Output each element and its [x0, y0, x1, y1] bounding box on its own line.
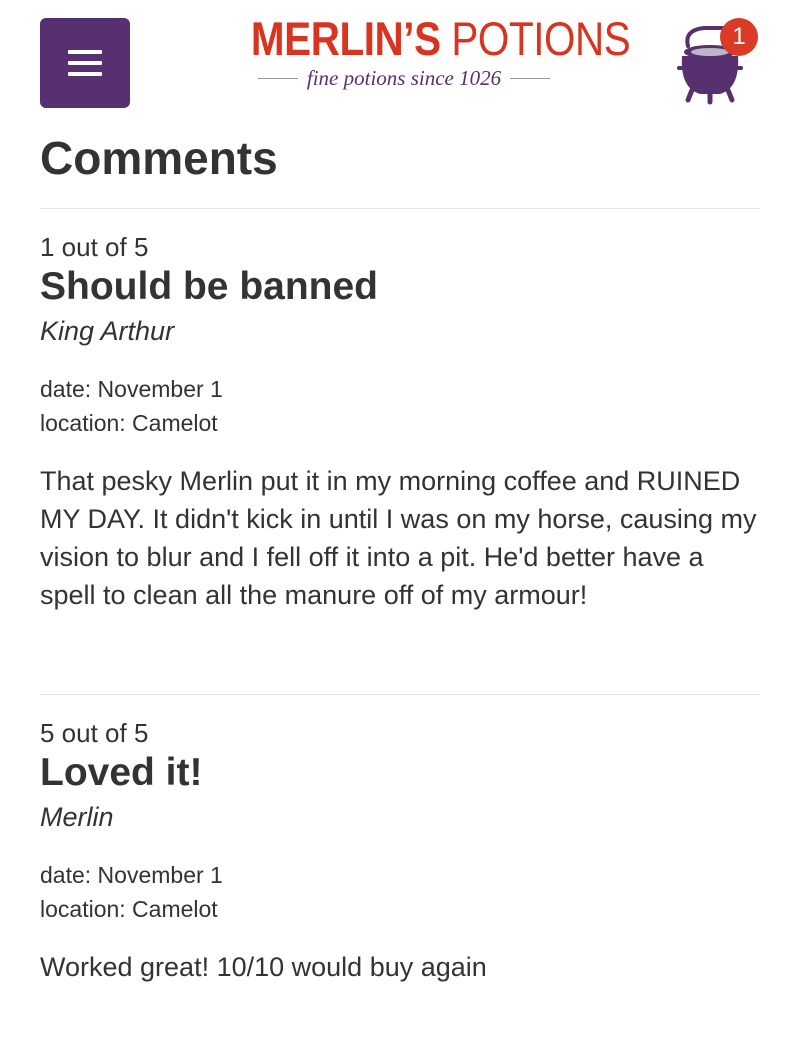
logo-tagline-row: fine potions since 1026	[226, 66, 582, 91]
comment-rating: 5 out of 5	[40, 718, 149, 748]
hamburger-menu-icon-bar	[68, 61, 102, 65]
comment-author: Merlin	[40, 802, 114, 832]
logo-title-bold: MERLIN’S	[250, 12, 441, 65]
comment-meta: date: November 1 location: Camelot	[40, 858, 760, 926]
comment-body: That pesky Merlin put it in my morning c…	[40, 466, 757, 610]
hamburger-menu-icon-bar	[68, 72, 102, 76]
logo-title: MERLIN’S POTIONS	[250, 12, 631, 66]
comment-location: location: Camelot	[40, 410, 218, 436]
comment-date: date: November 1	[40, 862, 223, 888]
divider	[40, 694, 760, 695]
hamburger-menu-icon	[68, 50, 102, 54]
divider	[40, 208, 760, 209]
logo-title-light: POTIONS	[440, 12, 631, 65]
comment-rating: 1 out of 5	[40, 232, 149, 262]
comment-item: 1 out of 5 Should be banned King Arthur …	[40, 232, 760, 614]
cart-count-badge: 1	[720, 18, 758, 56]
comment-title: Should be banned	[40, 265, 378, 308]
comment-item: 5 out of 5 Loved it! Merlin date: Novemb…	[40, 718, 760, 986]
logo-divider-right	[510, 78, 551, 79]
site-header: MERLIN’S POTIONS fine potions since 1026…	[0, 0, 796, 120]
logo-tagline: fine potions since 1026	[306, 66, 502, 90]
comment-date: date: November 1	[40, 376, 223, 402]
logo-divider-left	[257, 78, 298, 79]
site-logo[interactable]: MERLIN’S POTIONS fine potions since 1026	[226, 12, 631, 102]
menu-button[interactable]	[40, 18, 130, 108]
comment-body: Worked great! 10/10 would buy again	[40, 952, 487, 982]
comment-author: King Arthur	[40, 316, 175, 346]
comment-meta: date: November 1 location: Camelot	[40, 372, 760, 440]
comment-title: Loved it!	[40, 751, 203, 794]
comment-location: location: Camelot	[40, 896, 218, 922]
page-title: Comments	[40, 132, 278, 184]
